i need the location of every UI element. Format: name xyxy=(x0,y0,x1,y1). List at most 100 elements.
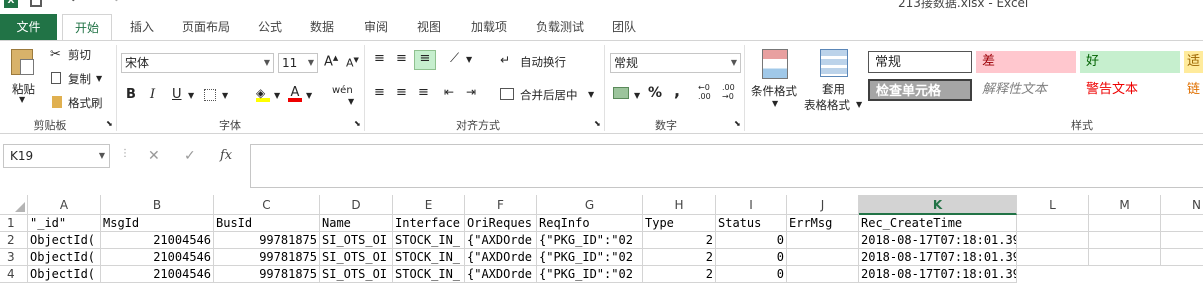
table-cell[interactable]: ObjectId( xyxy=(28,232,101,249)
italic-button[interactable]: I xyxy=(150,87,155,102)
column-header-m[interactable]: M xyxy=(1089,195,1161,215)
redo-icon[interactable]: ↷ xyxy=(108,0,120,8)
increase-indent-icon[interactable]: ⇥ xyxy=(466,85,476,99)
table-cell[interactable] xyxy=(1017,232,1089,249)
tab-team[interactable]: 团队 xyxy=(606,14,642,40)
table-cell[interactable] xyxy=(787,249,859,266)
column-header-k[interactable]: K xyxy=(859,195,1017,215)
table-cell[interactable]: Type xyxy=(643,215,716,232)
tab-view[interactable]: 视图 xyxy=(411,14,447,40)
style-neutral[interactable]: 适 xyxy=(1184,51,1203,73)
underline-dropdown-icon[interactable]: ▼ xyxy=(188,91,194,100)
alignment-launcher-icon[interactable]: ⬊ xyxy=(594,119,601,128)
table-cell[interactable]: {"PKG_ID":"02 xyxy=(537,249,643,266)
tab-page-layout[interactable]: 页面布局 xyxy=(176,14,236,40)
table-cell[interactable] xyxy=(787,266,859,283)
table-cell[interactable]: {"PKG_ID":"02 xyxy=(537,232,643,249)
font-launcher-icon[interactable]: ⬊ xyxy=(354,119,361,128)
table-cell[interactable]: Interface xyxy=(393,215,465,232)
tab-file[interactable]: 文件 xyxy=(0,14,57,40)
underline-button[interactable]: U xyxy=(172,87,182,102)
number-launcher-icon[interactable]: ⬊ xyxy=(734,119,741,128)
style-linked-cell[interactable]: 链 xyxy=(1184,79,1203,101)
style-check-cell[interactable]: 检查单元格 xyxy=(868,79,972,101)
tab-data[interactable]: 数据 xyxy=(304,14,340,40)
table-cell[interactable]: 99781875 xyxy=(214,232,320,249)
tab-load-test[interactable]: 负载测试 xyxy=(530,14,590,40)
table-cell[interactable]: "_id" xyxy=(28,215,101,232)
align-center-icon[interactable]: ≡ xyxy=(396,85,407,100)
table-cell[interactable]: ObjectId( xyxy=(28,266,101,283)
tab-addins[interactable]: 加载项 xyxy=(464,14,514,40)
table-cell[interactable]: {"AXDOrde xyxy=(465,232,537,249)
column-header-n[interactable]: N xyxy=(1161,195,1203,215)
decrease-font-icon[interactable]: A▼ xyxy=(346,56,359,70)
increase-decimal-icon[interactable]: ←0.00 xyxy=(698,83,711,101)
align-middle-icon[interactable]: ≡ xyxy=(396,51,407,66)
table-cell[interactable]: SI_OTS_OI xyxy=(320,249,393,266)
table-cell[interactable] xyxy=(1161,215,1203,232)
table-cell[interactable]: SI_OTS_OI xyxy=(320,266,393,283)
table-cell[interactable]: ReqInfo xyxy=(537,215,643,232)
table-cell[interactable]: 99781875 xyxy=(214,249,320,266)
tab-formulas[interactable]: 公式 xyxy=(252,14,288,40)
table-cell[interactable]: ErrMsg xyxy=(787,215,859,232)
row-header-2[interactable]: 2 xyxy=(0,232,28,249)
select-all-corner[interactable] xyxy=(0,195,28,215)
table-cell[interactable]: 2 xyxy=(643,249,716,266)
number-format-combo[interactable]: 常规 ▼ xyxy=(610,53,741,73)
splitter-dots-icon[interactable]: ⋮ xyxy=(120,148,130,159)
column-header-j[interactable]: J xyxy=(787,195,859,215)
save-icon[interactable] xyxy=(30,0,42,7)
column-header-c[interactable]: C xyxy=(214,195,320,215)
table-cell[interactable]: SI_OTS_OI xyxy=(320,232,393,249)
align-right-icon[interactable]: ≡ xyxy=(418,85,429,100)
style-warning[interactable]: 警告文本 xyxy=(1080,79,1180,101)
enter-icon[interactable]: ✓ xyxy=(184,148,196,164)
paste-button[interactable]: 粘贴 ▼ xyxy=(6,45,40,104)
table-cell[interactable]: STOCK_IN_ xyxy=(393,266,465,283)
column-header-e[interactable]: E xyxy=(393,195,465,215)
font-color-icon[interactable]: A xyxy=(288,85,302,102)
table-cell[interactable]: 2018-08-17T07:18:01.392Z xyxy=(859,232,1017,249)
borders-dropdown-icon[interactable]: ▼ xyxy=(222,91,228,100)
fill-color-dropdown-icon[interactable]: ▼ xyxy=(274,91,280,100)
style-good[interactable]: 好 xyxy=(1080,51,1180,73)
merge-dropdown-icon[interactable]: ▼ xyxy=(588,90,594,99)
column-header-f[interactable]: F xyxy=(465,195,537,215)
column-header-l[interactable]: L xyxy=(1017,195,1089,215)
table-cell[interactable] xyxy=(1017,215,1089,232)
decrease-decimal-icon[interactable]: .00 →0 xyxy=(722,83,735,101)
tab-home[interactable]: 开始 xyxy=(62,14,112,41)
align-left-icon[interactable]: ≡ xyxy=(374,85,385,100)
table-cell[interactable]: {"AXDOrde xyxy=(465,266,537,283)
row-header-4[interactable]: 4 xyxy=(0,266,28,283)
conditional-formatting-button[interactable]: 条件格式 ▼ xyxy=(748,47,804,113)
table-cell[interactable]: 21004546 xyxy=(101,249,214,266)
orientation-icon[interactable]: ⟋ xyxy=(450,51,459,66)
currency-dropdown-icon[interactable]: ▼ xyxy=(634,91,640,100)
borders-icon[interactable] xyxy=(204,89,216,101)
formula-input[interactable] xyxy=(250,144,1203,188)
phonetic-icon[interactable]: wén xyxy=(332,85,353,96)
fill-color-icon[interactable]: ◈ xyxy=(256,86,270,102)
percent-button[interactable]: % xyxy=(648,85,662,101)
table-cell[interactable]: Rec_CreateTime xyxy=(859,215,1017,232)
table-cell[interactable]: ObjectId( xyxy=(28,249,101,266)
currency-icon[interactable] xyxy=(613,87,629,99)
table-cell[interactable] xyxy=(1017,249,1089,266)
table-cell[interactable]: 0 xyxy=(716,266,787,283)
table-cell[interactable]: 2018-08-17T07:18:01.392Z xyxy=(859,249,1017,266)
name-box[interactable]: K19 ▼ xyxy=(3,144,110,168)
paste-dropdown-icon[interactable]: ▼ xyxy=(19,95,25,104)
undo-icon[interactable]: ↶ xyxy=(70,0,82,8)
chevron-down-icon[interactable]: ▼ xyxy=(99,145,105,167)
table-cell[interactable]: BusId xyxy=(214,215,320,232)
table-cell[interactable]: OriReques xyxy=(465,215,537,232)
table-cell[interactable]: 0 xyxy=(716,232,787,249)
table-cell[interactable]: 0 xyxy=(716,249,787,266)
decrease-indent-icon[interactable]: ⇤ xyxy=(444,85,454,99)
column-header-d[interactable]: D xyxy=(320,195,393,215)
format-as-table-button[interactable]: 套用 表格格式 ▼ xyxy=(804,47,864,113)
table-cell[interactable]: Status xyxy=(716,215,787,232)
